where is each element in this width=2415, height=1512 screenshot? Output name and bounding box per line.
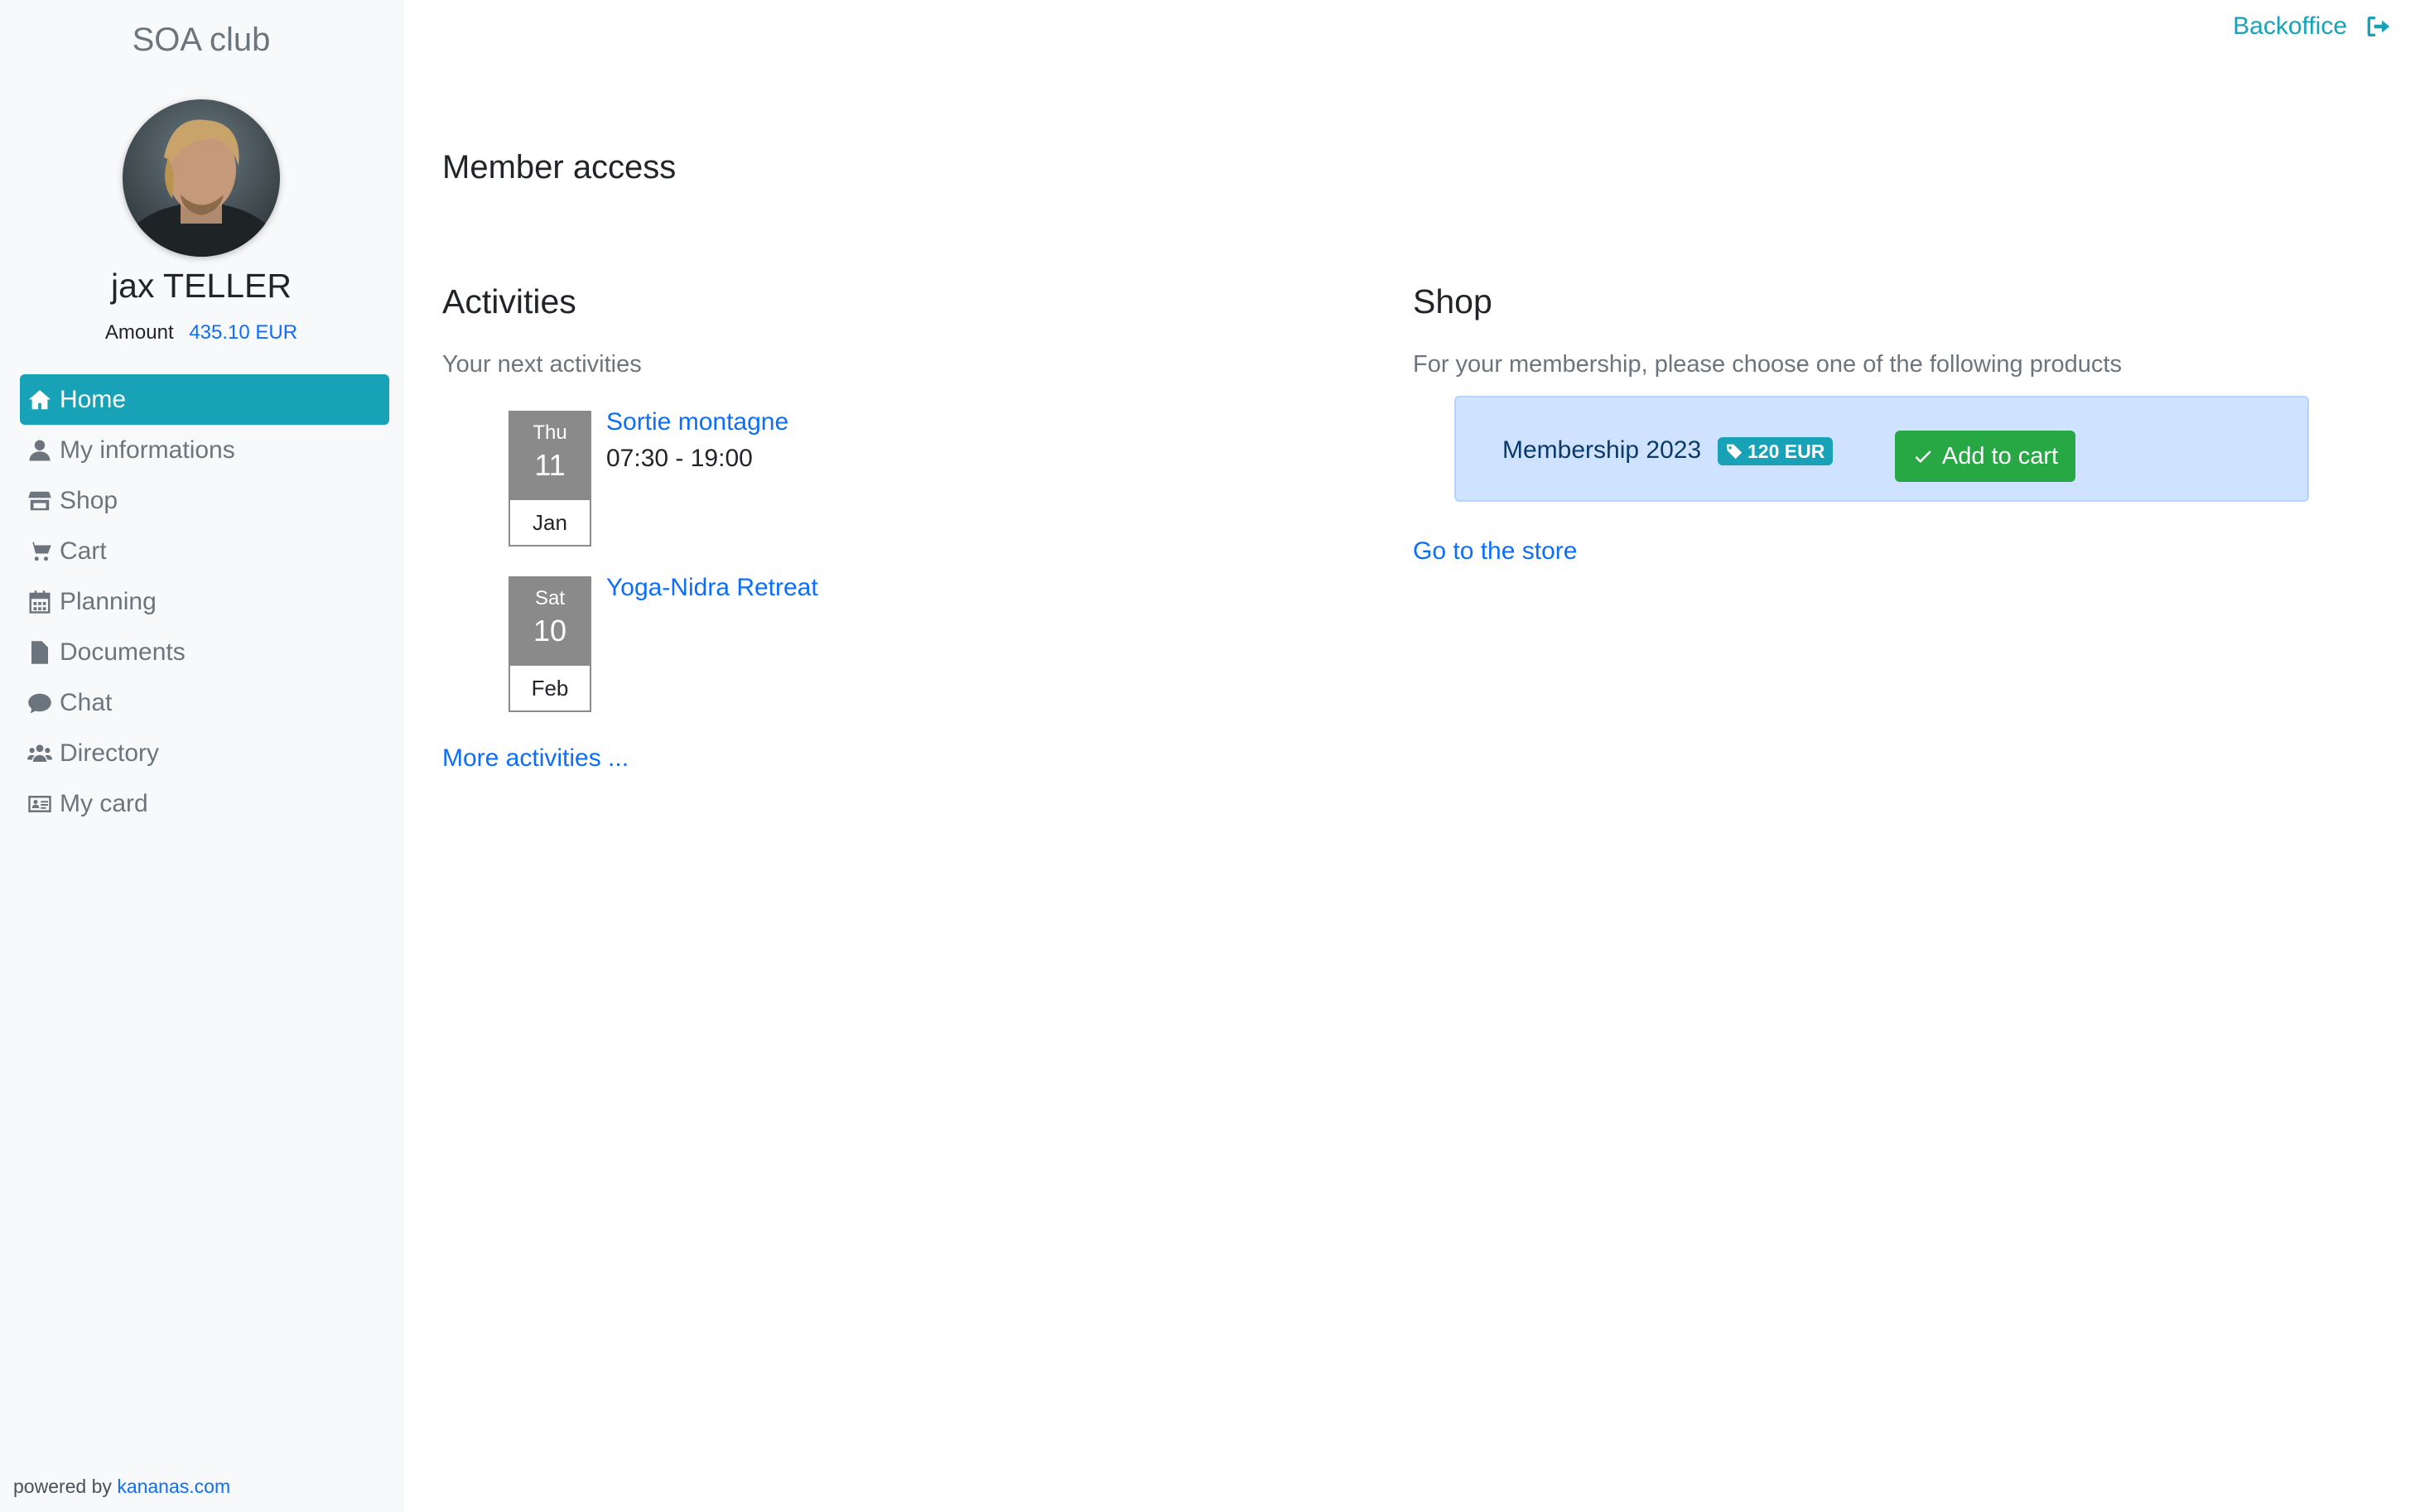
shop-title: Shop (1413, 282, 1492, 320)
nav-label: Chat (60, 688, 113, 716)
nav-item-documents[interactable]: Documents (20, 627, 389, 677)
nav-label: My informations (60, 436, 235, 464)
sidebar: SOA club jax TELLER Amount 435.10 EUR Ho… (0, 0, 403, 1512)
shop-subtitle: For your membership, please choose one o… (1413, 351, 2122, 378)
chat-icon (27, 690, 53, 716)
nav-label: Cart (60, 537, 107, 565)
nav-item-chat[interactable]: Chat (20, 677, 389, 728)
amount-value[interactable]: 435.10 EUR (189, 321, 297, 344)
nav-item-directory[interactable]: Directory (20, 728, 389, 778)
nav-item-my-card[interactable]: My card (20, 778, 389, 829)
price-value: 120 EUR (1747, 440, 1825, 462)
activity-time: 07:30 - 19:00 (606, 445, 753, 472)
calendar-date: Thu 11 Jan (509, 411, 591, 547)
sign-out-icon[interactable] (2365, 13, 2392, 40)
backoffice-link[interactable]: Backoffice (2233, 10, 2392, 43)
activity-link[interactable]: Sortie montagne (606, 406, 788, 439)
nav-label: Shop (60, 486, 118, 514)
nav-item-my-informations[interactable]: My informations (20, 425, 389, 475)
users-icon (27, 740, 53, 767)
activities-subtitle: Your next activities (442, 351, 642, 378)
day-of-week: Thu (533, 421, 567, 444)
nav-label: My card (60, 789, 148, 817)
store-icon (27, 488, 53, 514)
backoffice-label: Backoffice (2233, 12, 2347, 40)
product-name: Membership 2023 (1502, 436, 1702, 464)
id-card-icon (27, 791, 53, 817)
month: Feb (531, 676, 569, 701)
day-number: 10 (533, 614, 567, 648)
add-to-cart-button[interactable]: Add to cart (1895, 431, 2075, 482)
page-title: Member access (442, 149, 677, 185)
month: Jan (533, 510, 567, 535)
nav-label: Documents (60, 638, 186, 666)
calendar-date: Sat 10 Feb (509, 576, 591, 712)
cart-icon (27, 538, 53, 565)
day-of-week: Sat (534, 587, 566, 609)
activity-link[interactable]: Yoga-Nidra Retreat (606, 571, 818, 604)
add-to-cart-label: Add to cart (1941, 442, 2059, 469)
amount-row: Amount 435.10 EUR (0, 320, 402, 346)
nav-item-cart[interactable]: Cart (20, 526, 389, 576)
user-icon (27, 437, 53, 464)
nav-label: Planning (60, 587, 157, 615)
go-to-store-link[interactable]: Go to the store (1413, 535, 1577, 568)
user-name: jax TELLER (110, 267, 292, 305)
check-icon (1915, 450, 1931, 464)
avatar[interactable] (123, 99, 280, 257)
nav-label: Directory (60, 739, 160, 767)
product-card: Membership 2023 120 EUR Add to cart (1454, 396, 2309, 502)
nav-item-home[interactable]: Home (20, 374, 389, 425)
document-icon (27, 639, 53, 666)
powered-by: powered by kananas.com (13, 1474, 230, 1499)
tag-icon (1726, 444, 1743, 460)
price-badge: 120 EUR (1718, 437, 1834, 465)
nav-item-planning[interactable]: Planning (20, 576, 389, 627)
calendar-icon (27, 589, 53, 615)
nav-item-shop[interactable]: Shop (20, 475, 389, 526)
powered-by-link[interactable]: kananas.com (117, 1476, 230, 1497)
sidebar-nav: Home My informations Shop Cart Planning (20, 374, 389, 829)
more-activities-link[interactable]: More activities ... (442, 742, 629, 775)
amount-label: Amount (104, 321, 174, 344)
activities-title: Activities (442, 282, 576, 320)
powered-by-text: powered by (13, 1476, 112, 1497)
day-number: 11 (534, 448, 566, 482)
home-icon (27, 387, 53, 413)
club-name: SOA club (132, 22, 271, 58)
nav-label: Home (60, 385, 127, 413)
